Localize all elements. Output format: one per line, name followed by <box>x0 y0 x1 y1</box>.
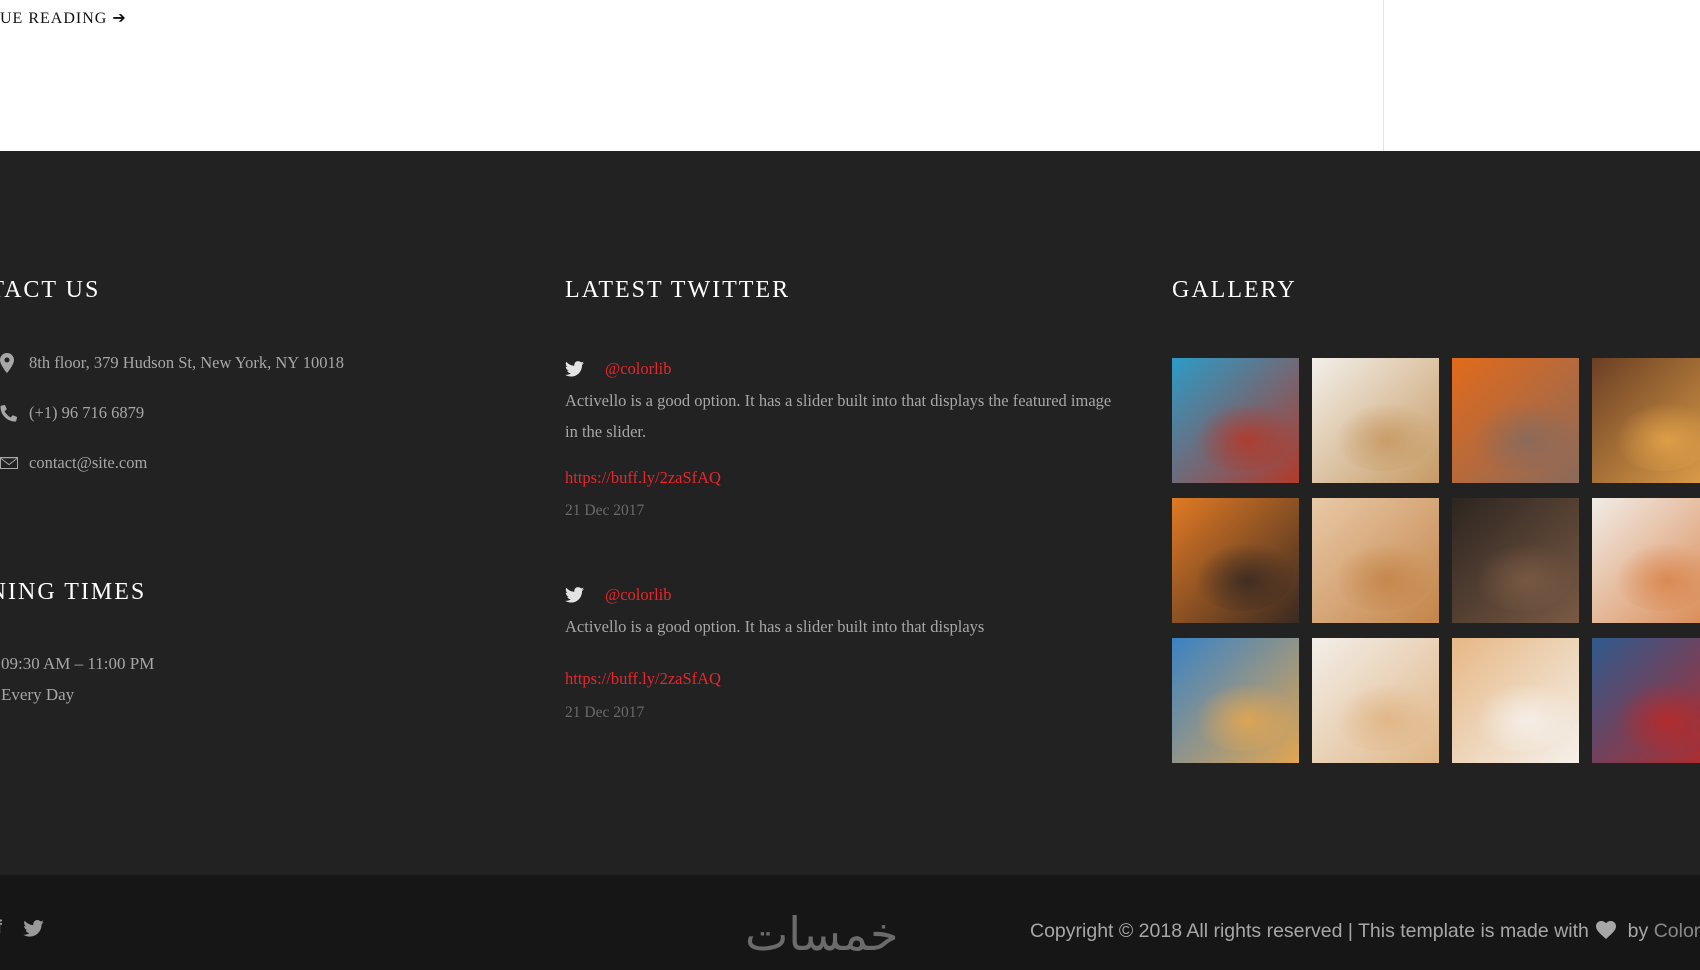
tweet-url-link[interactable]: https://buff.ly/2zaSfAQ <box>565 669 1125 689</box>
watermark-logo: خمسات <box>745 907 899 961</box>
post-section: UE READING ➔ <box>0 0 1700 151</box>
gallery-image-fish-plate[interactable] <box>1592 358 1700 483</box>
tweet-text: Activello is a good option. It has a sli… <box>565 391 1112 441</box>
gallery-image-dinner-drinks[interactable] <box>1312 498 1439 623</box>
continue-reading-link[interactable]: UE READING ➔ <box>0 8 127 28</box>
gallery-image-pastries[interactable] <box>1312 358 1439 483</box>
opening-hours: 09:30 AM – 11:00 PM <box>1 654 155 673</box>
contact-address: 8th floor, 379 Hudson St, New York, NY 1… <box>0 351 344 375</box>
gallery-image-grilled-steak[interactable] <box>1452 358 1579 483</box>
opening-days: Every Day <box>1 685 75 704</box>
sidebar-divider <box>1383 0 1384 151</box>
opening-times-title: ENING TIMES <box>0 579 147 605</box>
gallery-image-city-church[interactable] <box>1172 638 1299 763</box>
tweet-user-link[interactable]: @colorlib <box>605 359 672 379</box>
by-label: by <box>1627 920 1649 942</box>
contact-email-text: contact@site.com <box>29 453 148 472</box>
tweet-date: 21 Dec 2017 <box>565 704 645 721</box>
tweet-url-link[interactable]: https://buff.ly/2zaSfAQ <box>565 468 1125 488</box>
footer-main: NTACT US 8th floor, 379 Hudson St, New Y… <box>0 151 1700 875</box>
twitter-bird-icon <box>565 361 605 377</box>
contact-title: NTACT US <box>0 277 101 303</box>
copyright-label: Copyright © 2018 All rights reserved | T… <box>1030 920 1589 942</box>
gallery-image-cream-tarts[interactable] <box>1312 638 1439 763</box>
contact-address-text: 8th floor, 379 Hudson St, New York, NY 1… <box>29 353 344 372</box>
gallery-title: GALLERY <box>1172 277 1297 303</box>
tweet-user-link[interactable]: @colorlib <box>605 585 672 605</box>
gallery-image-shrimp-dish[interactable] <box>1592 498 1700 623</box>
gallery-image-salad-board[interactable] <box>1172 358 1299 483</box>
colorlib-link[interactable]: Colorlib <box>1654 920 1700 942</box>
tweet-date: 21 Dec 2017 <box>565 502 645 519</box>
twitter-title: LATEST TWITTER <box>565 277 791 303</box>
gallery-image-chef-kitchen[interactable] <box>1452 498 1579 623</box>
map-marker-icon <box>0 353 29 373</box>
gallery-image-christmas-ornament[interactable] <box>1592 638 1700 763</box>
facebook-icon[interactable]: f <box>0 917 2 938</box>
gallery-image-plated-dessert[interactable] <box>1452 638 1579 763</box>
twitter-bird-icon <box>565 587 605 603</box>
tweet-item: @colorlib Activello is a good option. It… <box>565 359 1125 520</box>
phone-icon <box>0 404 29 422</box>
tweet-text: Activello is a good option. It has a sli… <box>565 617 985 636</box>
envelope-icon <box>0 456 29 470</box>
gallery-image-roast-fire[interactable] <box>1172 498 1299 623</box>
contact-phone-text: (+1) 96 716 6879 <box>29 403 145 422</box>
copyright-text: Copyright © 2018 All rights reserved | T… <box>1030 920 1700 945</box>
heart-icon <box>1596 921 1617 945</box>
twitter-icon[interactable] <box>23 920 44 941</box>
contact-email: contact@site.com <box>0 451 147 475</box>
gallery-grid <box>1172 358 1700 778</box>
footer-bottom: f خمسات Copyright © 2018 All rights rese… <box>0 875 1700 970</box>
contact-phone: (+1) 96 716 6879 <box>0 401 144 425</box>
tweet-item: @colorlib Activello is a good option. It… <box>565 585 1125 722</box>
